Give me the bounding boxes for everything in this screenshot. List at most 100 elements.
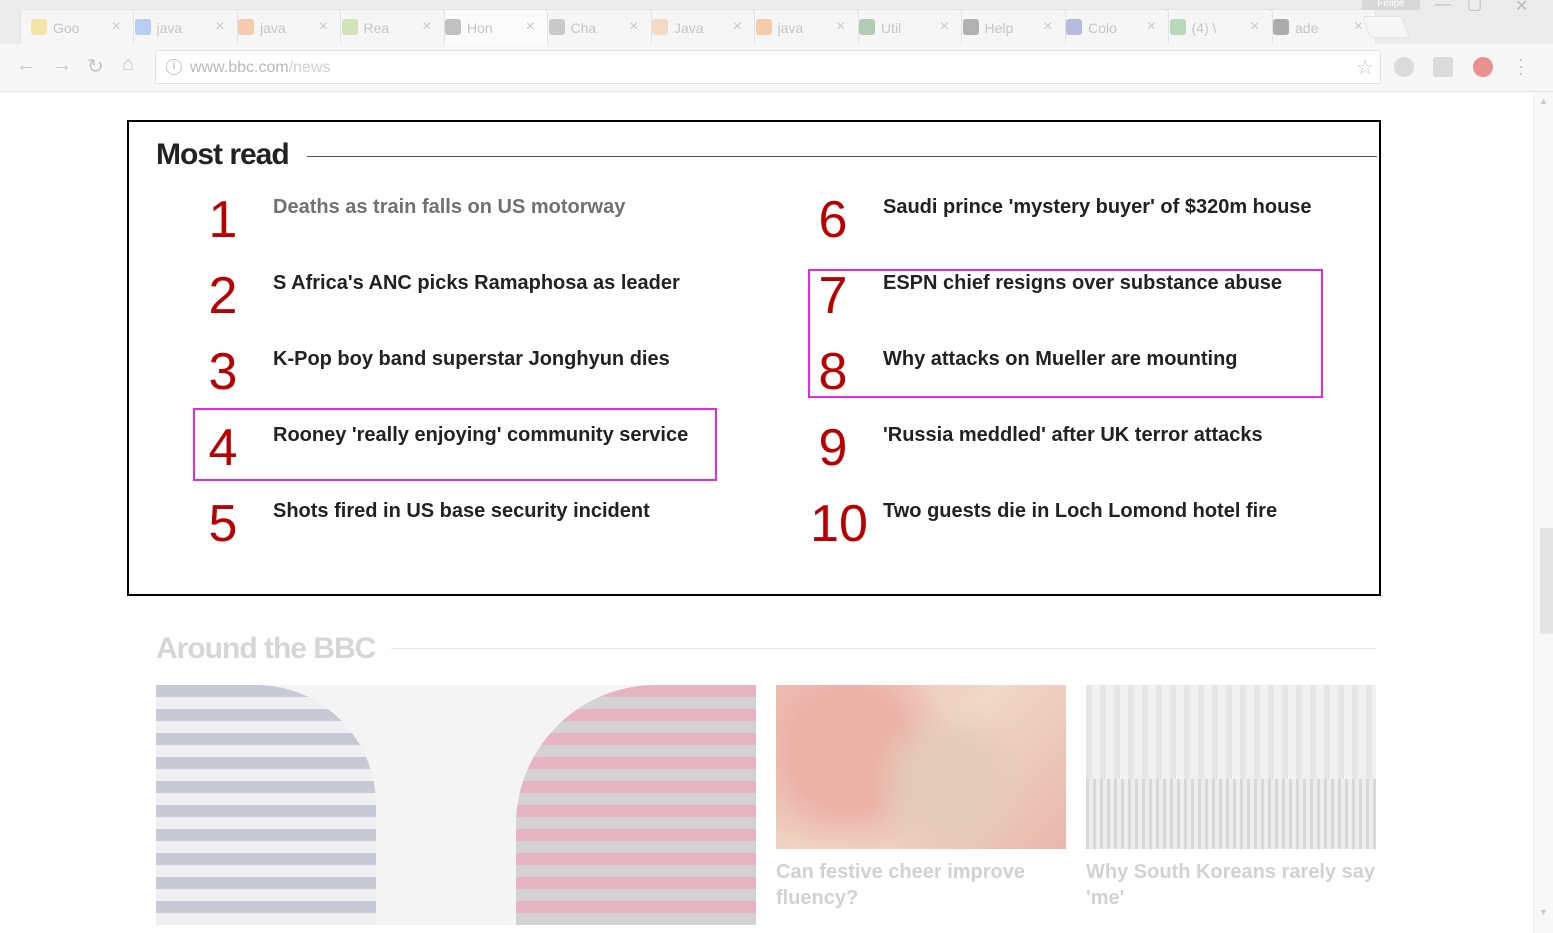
window-close-icon[interactable]: ✕ [1515, 0, 1528, 16]
rank-number: 9 [818, 419, 848, 477]
divider [391, 648, 1376, 649]
divider [307, 156, 1377, 157]
rank-number: 6 [818, 191, 848, 249]
home-icon[interactable]: ⌂ [122, 53, 134, 76]
festive-image[interactable] [776, 685, 1066, 849]
striped-figure-left [156, 685, 376, 925]
tab-close-icon[interactable]: × [940, 18, 949, 36]
tab-close-icon[interactable]: × [112, 18, 121, 36]
rank-number: 1 [208, 191, 238, 249]
rank-number: 2 [208, 267, 238, 325]
favicon-icon [652, 19, 668, 35]
favicon-icon [445, 19, 461, 35]
tab-title: Java [674, 20, 704, 36]
striped-figure-right [516, 685, 756, 925]
page-viewport: Most read 1 Deaths as train falls on US m… [0, 92, 1553, 933]
browser-tab[interactable]: java × [744, 9, 859, 45]
rank-number: 10 [810, 495, 868, 553]
browser-tab[interactable]: Goo × [20, 9, 134, 45]
browser-tab[interactable]: (4) \ × [1158, 9, 1273, 45]
caption-line: Why South Koreans rarely say [1086, 861, 1375, 883]
favicon-icon [134, 19, 151, 35]
tab-strip: ade × (4) \ × Colo × Help × Util × java × Java × Cha × H… [0, 0, 1553, 45]
headline-link[interactable]: 'Russia meddled' after UK terror attacks [883, 423, 1263, 447]
tab-close-icon[interactable]: × [1354, 18, 1363, 36]
feature-image[interactable] [156, 685, 756, 925]
profile-button[interactable]: Felipe [1362, 0, 1420, 10]
most-read-title: Most read [156, 138, 290, 171]
browser-tab[interactable]: Util × [848, 9, 962, 45]
rank-number: 3 [208, 343, 238, 401]
scrollbar[interactable]: ▲ ▼ [1533, 92, 1553, 933]
new-tab-button[interactable] [1361, 16, 1411, 38]
caption-line: fluency? [776, 887, 859, 909]
url-text: www.bbc.com/news [190, 59, 331, 77]
browser-tab[interactable]: Rea × [330, 9, 445, 45]
extension-icon[interactable] [1394, 57, 1414, 77]
highlight-box-rank-4 [193, 408, 717, 481]
maximize-icon[interactable]: ▢ [1467, 0, 1482, 14]
tab-close-icon[interactable]: × [526, 18, 535, 36]
favicon-icon [962, 19, 979, 35]
headline-link[interactable]: Two guests die in Loch Lomond hotel fire [883, 499, 1277, 523]
menu-icon[interactable]: · · · [1518, 50, 1524, 82]
rank-number: 5 [208, 495, 238, 553]
tab-title: java [260, 20, 286, 36]
url-host: www.bbc.com [190, 59, 289, 76]
tab-close-icon[interactable]: × [1250, 18, 1259, 36]
tab-close-icon[interactable]: × [319, 18, 328, 36]
reload-icon[interactable]: ↻ [87, 54, 104, 79]
browser-tab[interactable]: Colo × [1055, 9, 1169, 45]
favicon-icon [859, 19, 875, 35]
tab-close-icon[interactable]: × [215, 18, 224, 36]
extension-icon[interactable] [1433, 57, 1453, 77]
favicon-icon [1273, 19, 1289, 35]
tab-title: Hon [467, 20, 493, 36]
headline-link[interactable]: S Africa's ANC picks Ramaphosa as leader [273, 271, 680, 295]
headline-link[interactable]: Deaths as train falls on US motorway [273, 195, 625, 219]
card-caption-korea[interactable]: Why South Koreans rarely say 'me' [1086, 859, 1386, 911]
favicon-icon [1169, 19, 1186, 35]
browser-tab[interactable]: java × [123, 9, 238, 45]
headline-link[interactable]: Shots fired in US base security incident [273, 499, 650, 523]
browser-tab[interactable]: ade × [1262, 9, 1376, 45]
card-caption-festive[interactable]: Can festive cheer improve fluency? [776, 859, 1066, 911]
browser-tab[interactable]: Java × [641, 9, 755, 45]
tab-close-icon[interactable]: × [836, 18, 845, 36]
tab-title: java [156, 20, 183, 36]
headline-link[interactable]: Saudi prince 'mystery buyer' of $320m ho… [883, 195, 1312, 219]
tab-close-icon[interactable]: × [1147, 18, 1156, 36]
browser-tab[interactable]: Hon × [434, 9, 548, 45]
tab-title: Goo [53, 20, 80, 36]
info-icon[interactable]: i [166, 59, 182, 75]
tab-close-icon[interactable]: × [629, 18, 638, 36]
back-icon[interactable]: ← [16, 54, 36, 77]
tab-close-icon[interactable]: × [422, 18, 431, 36]
url-path: /news [288, 59, 331, 76]
favicon-icon [238, 19, 254, 35]
browser-tab[interactable]: java × [227, 9, 341, 45]
tab-close-icon[interactable]: × [733, 18, 742, 36]
favicon-icon [755, 19, 772, 35]
caption-line: Can festive cheer improve [776, 861, 1025, 883]
tab-close-icon[interactable]: × [1043, 18, 1052, 36]
scrollbar-thumb[interactable] [1540, 528, 1553, 634]
scroll-down-icon[interactable]: ▼ [1539, 907, 1548, 917]
browser-tab[interactable]: Help × [951, 9, 1066, 45]
forward-icon[interactable]: → [52, 54, 72, 77]
tab-title: Rea [363, 20, 390, 36]
browser-tab[interactable]: Cha × [537, 9, 652, 45]
tab-title: Help [984, 20, 1014, 36]
address-bar[interactable]: i www.bbc.com/news ☆ [155, 50, 1381, 84]
headline-link[interactable]: K-Pop boy band superstar Jonghyun dies [273, 347, 670, 371]
bookmark-star-icon[interactable]: ☆ [1356, 55, 1374, 80]
scroll-up-icon[interactable]: ▲ [1539, 96, 1548, 106]
tab-title: java [777, 20, 804, 36]
favicon-icon [341, 19, 358, 35]
extension-icon[interactable] [1473, 57, 1493, 77]
minimize-icon[interactable]: — [1435, 0, 1451, 14]
korea-street-image[interactable] [1086, 685, 1376, 849]
tab-title: (4) \ [1191, 20, 1217, 36]
toolbar: ← → ↻ ⌂ i www.bbc.com/news ☆ · · · [0, 44, 1553, 92]
favicon-icon [1066, 19, 1082, 35]
